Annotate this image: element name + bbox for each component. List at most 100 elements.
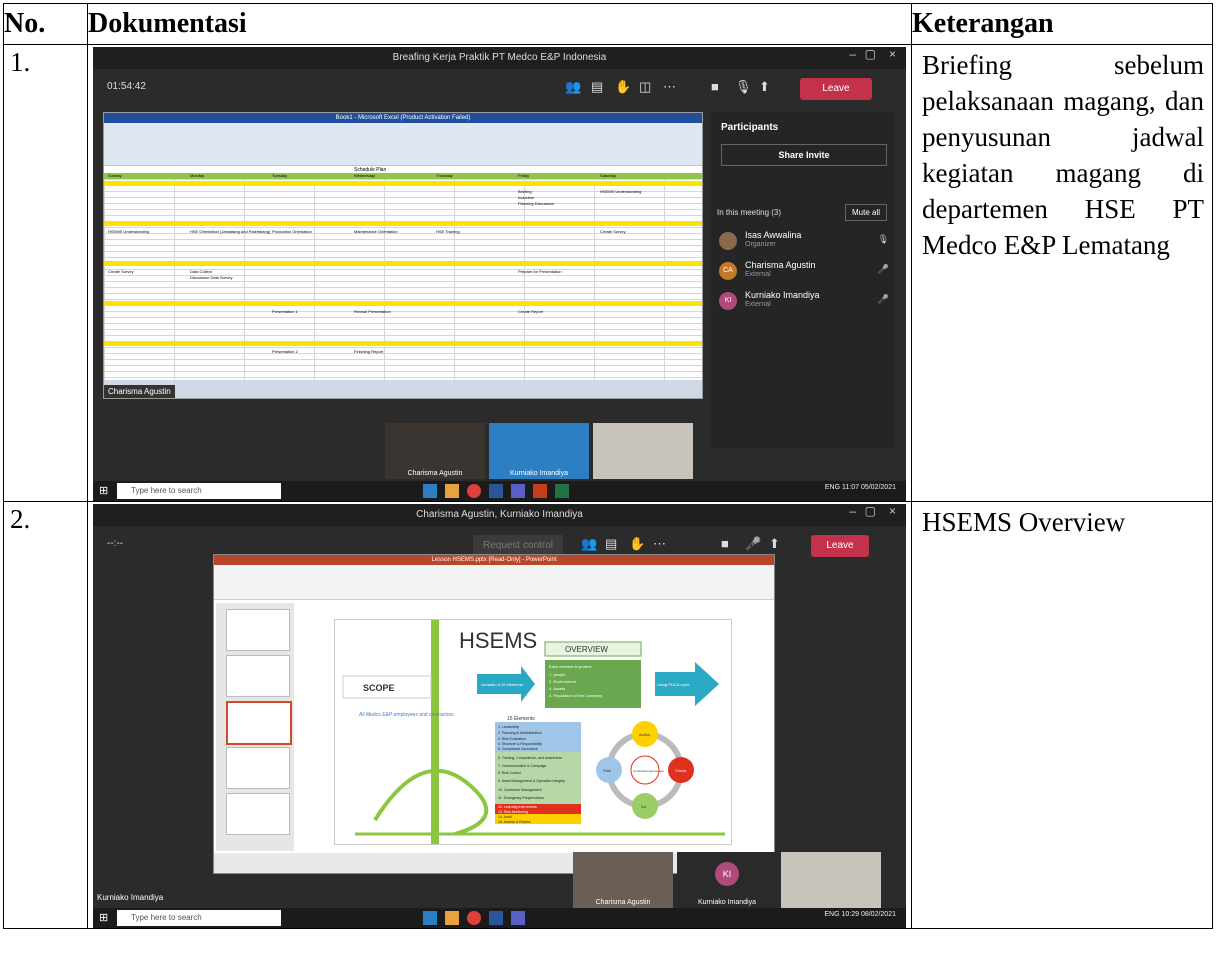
description-cell: HSEMS Overview [911,501,1213,929]
teams-icon [511,911,525,925]
row-number: 1. [3,44,88,502]
tray-lang: ENG [824,484,841,491]
cycle-center-label: Continual Improvement [633,769,664,773]
header-keterangan: Keterangan [911,3,1213,45]
element-item: 8. Risk Control [498,771,521,775]
description-cell: Briefing sebelum pelaksanaan magang, dan… [911,44,1213,502]
cell-text: Production Orientation [272,229,312,234]
element-item: 14. Audit [498,815,512,819]
excel-icon [555,484,569,498]
participant-name: Isas Awwalina [745,230,802,240]
excel-window: Book1 - Microsoft Excel (Product Activat… [103,112,703,399]
meeting-controls: 01:54:42 👥 ▤ ✋ ◫ ⋯ ■ 🎙 ⬆ Leave [93,69,906,109]
chat-icon: ▤ [591,79,604,94]
windows-start-icon: ⊞ [99,912,109,924]
cell-text: Maintenance Orientation [354,229,398,234]
cell-text: HSEMS Understanding [600,189,642,194]
tray-time: 10:29 [841,911,859,918]
participant-name: Kurniako Imandiya [745,290,820,300]
row-number: 2. [3,501,88,929]
share-invite-button: Share Invite [721,144,887,166]
video-label: Kurniako Imandiya [510,470,568,477]
participant-name: Charisma Agustin [745,260,816,270]
element-item: 10. Contractor Management [498,788,542,792]
green-bar [431,620,439,844]
cycle-label: Check [675,768,686,773]
window-title: Charisma Agustin, Kurniako Imandiya [93,504,906,526]
day-thursday: Thursday [436,173,453,178]
maximize-icon: ▢ [864,504,876,518]
mute-all-button: Mute all [844,204,887,221]
reactions-icon: ✋ [629,536,646,551]
chrome-icon [467,484,481,498]
excel-ribbon: Book1 - Microsoft Excel (Product Activat… [104,113,702,166]
cell-text: Briefing [518,189,532,194]
week-row [104,221,702,226]
slide-heading: HSEMS [459,628,537,653]
slide-thumbnail [226,655,290,697]
mic-icon: 🎤 [745,536,762,551]
cell-text: Create Survey [600,229,626,234]
share-icon: ⬆ [769,536,780,551]
description-text: HSEMS Overview [922,507,1126,537]
participant-role: External [745,271,771,278]
element-item: 6. Training, Competence, and Awareness [498,756,562,760]
protect-item: 3. Assets [549,686,565,691]
word-icon [489,911,503,925]
avatar: CA [719,262,737,280]
slide-thumbnail [226,793,290,835]
video-tile: Charisma Agustin [385,423,485,479]
protect-item: 1. people [549,672,566,677]
powerpoint-icon [533,484,547,498]
day-monday: Monday [190,173,205,178]
mic-off-icon: 🎙 [877,234,889,244]
cycle-label: Do [641,804,647,809]
more-icon: ⋯ [653,536,666,551]
element-item: 12. Learning from events [498,805,537,809]
powerpoint-ribbon: Lesson HSEMS.pptx [Read-Only] - PowerPoi… [214,555,774,600]
video-label: Kurniako Imandiya [698,899,756,906]
day-saturday: Saturday [600,173,617,178]
avatar: KI [715,862,739,886]
overview-label: OVERVIEW [565,645,608,654]
video-label: Charisma Agustin [407,470,463,477]
day-tuesday: Tuesday [272,173,288,178]
cell-text: HSEMS Understanding [108,229,150,234]
video-strip: Charisma Agustin KI Kurniako Imandiya [573,852,893,908]
meeting-timer: 01:54:42 [107,81,146,92]
camera-icon: ■ [721,536,729,551]
participant-role: Organizer [745,241,776,248]
table-row: 1. Breafing Kerja Praktik PT Medco E&P I… [3,44,1213,502]
taskbar-search: Type here to search [117,910,281,926]
video-tile [781,852,881,908]
day-wednesday: Wednesday [354,173,376,178]
more-icon: ⋯ [663,79,676,94]
element-item: 7. Communication & Campaign [498,764,546,768]
week-row [104,341,702,346]
cell-text: Revisal Presentation [354,309,391,314]
explorer-icon [445,484,459,498]
scope-label: SCOPE [363,683,395,693]
windows-start-icon: ⊞ [99,485,109,497]
week-row [104,261,702,266]
arrow-pdca-text: Using PDCA cycle [657,682,690,687]
excel-title: Book1 - Microsoft Excel (Product Activat… [104,113,702,123]
element-item: 15. Assess & Review [498,820,531,824]
avatar: KI [719,292,737,310]
maximize-icon: ▢ [864,47,876,61]
tray-time: 11:07 [842,484,859,491]
documentation-cell: Breafing Kerja Praktik PT Medco E&P Indo… [87,44,912,502]
participant-item: CA Charisma Agustin External 🎤 [719,260,889,284]
protect-item: 2. Environment [549,679,577,684]
slide-thumbnail [226,701,292,745]
element-item: 9. Asset Management & Operation Integrit… [498,779,565,783]
people-icon: 👥 [581,536,598,551]
camera-icon: ■ [711,79,719,94]
system-tray: ENG 10:29 08/02/2021 [824,911,896,918]
edge-icon [423,484,437,498]
share-icon: ⬆ [759,79,770,94]
cell-text: HSE Training [436,229,460,234]
video-tile: Charisma Agustin [573,852,673,908]
tray-date: 05/02/2021 [860,484,896,491]
windows-taskbar: ⊞ Type here to search ENG 11:07 05/02/20… [93,481,906,501]
